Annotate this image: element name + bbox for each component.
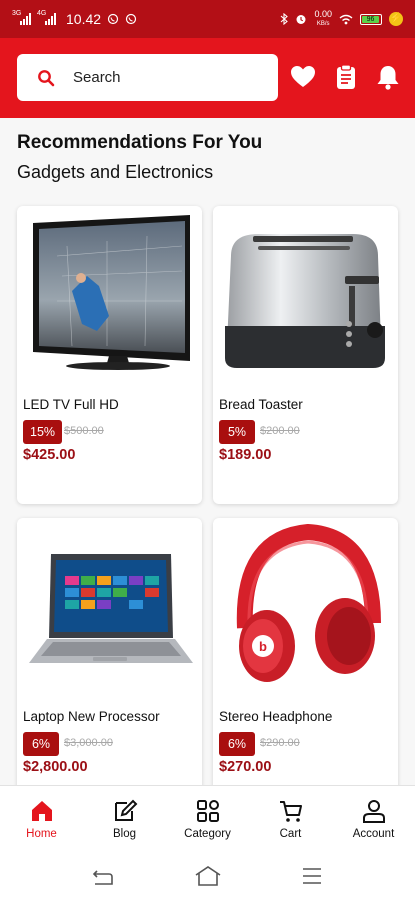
bell-icon[interactable] [375,64,401,90]
nav-account[interactable]: Account [332,786,415,853]
product-card[interactable]: b Stereo Headphone 6% $290.00 $270.00 [213,518,398,816]
status-bar: 3G 4G 10.42 0.00 KB/s 96 ⚡ [0,0,415,38]
product-card[interactable]: LED TV Full HD 15% $500.00 $425.00 [17,206,202,504]
discount-badge: 15% [23,420,63,444]
system-navigation-bar [0,853,415,900]
product-name: Laptop New Processor [23,709,160,724]
home-nav-icon[interactable] [194,865,222,887]
section-title: Recommendations For You [17,132,263,153]
nav-cart[interactable]: Cart [249,786,332,853]
category-icon [196,800,219,822]
status-time: 10.42 [66,11,102,27]
section-header: Recommendations For You Gadgets and Elec… [17,132,262,183]
nav-label: Cart [279,828,302,840]
product-price: $425.00 [23,447,76,463]
product-card[interactable]: Laptop New Processor 6% $3,000.00 $2,800… [17,518,202,816]
app-header: Search [0,38,415,118]
section-subtitle: Gadgets and Electronics [17,162,214,182]
clipboard-icon[interactable] [333,64,359,90]
original-price: $500.00 [64,425,104,437]
original-price: $290.00 [260,737,300,749]
product-name: LED TV Full HD [23,397,119,412]
bluetooth-icon [281,13,289,25]
search-bar[interactable]: Search [17,54,278,101]
product-name: Stereo Headphone [219,709,333,724]
nav-label: Account [352,828,395,840]
home-icon [31,801,52,821]
network-speed: 0.00 KB/s [314,9,332,28]
search-icon [38,69,55,86]
menu-icon[interactable] [301,865,323,887]
product-price: $189.00 [219,447,272,463]
nav-label: Blog [112,828,137,840]
blog-icon [114,799,137,821]
search-placeholder: Search [73,69,121,86]
svg-text:b: b [259,639,267,654]
nav-label: Category [184,828,231,840]
wifi-icon [339,14,353,24]
original-price: $3,000.00 [64,737,113,749]
discount-badge: 6% [219,732,255,756]
product-price: $270.00 [219,759,272,775]
alarm-icon [296,15,306,24]
account-icon [362,800,385,823]
charging-icon: ⚡ [389,12,403,26]
product-image-headphone: b [236,523,381,682]
whatsapp-icon [107,13,119,25]
product-name: Bread Toaster [219,397,303,412]
discount-badge: 6% [23,732,59,756]
product-price: $2,800.00 [23,759,88,775]
nav-category[interactable]: Category [166,786,249,853]
product-card[interactable]: Bread Toaster 5% $200.00 $189.00 [213,206,398,504]
nav-label: Home [26,828,57,840]
discount-badge: 5% [219,420,255,444]
original-price: $200.00 [260,425,300,437]
cart-icon [279,801,302,822]
signal-icon: 3G [12,10,31,25]
nav-home[interactable]: Home [0,786,83,853]
product-image-laptop [29,554,193,663]
whatsapp-icon [125,13,137,25]
back-icon[interactable] [92,865,114,887]
bottom-navigation: Home Blog Category Cart Account [0,785,415,853]
heart-icon[interactable] [290,64,316,90]
nav-blog[interactable]: Blog [83,786,166,853]
signal-icon: 4G [37,10,56,25]
product-image-tv [33,215,190,370]
product-image-toaster [225,234,385,368]
battery-icon: 96 [360,13,382,25]
